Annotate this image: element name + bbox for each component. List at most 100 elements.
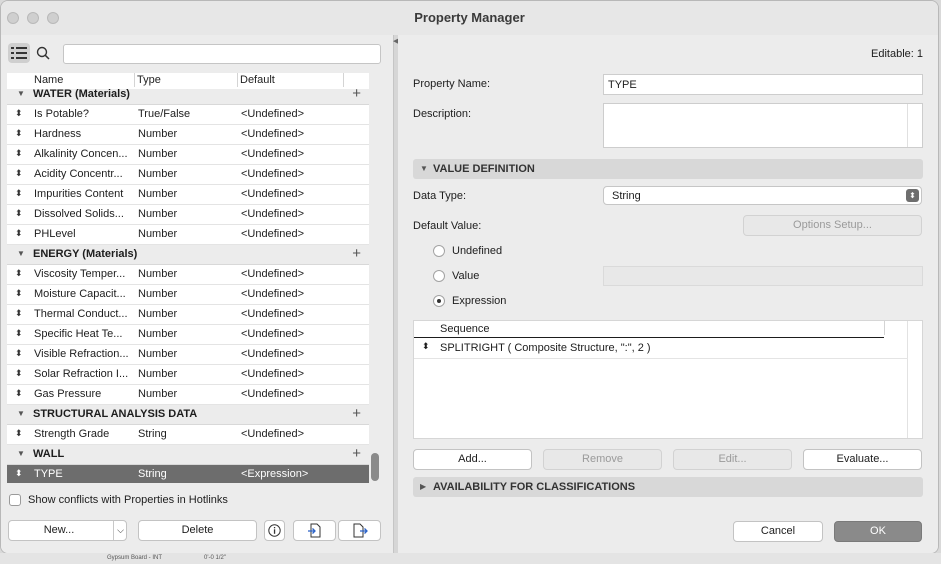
list-item[interactable]: ⬍ PHLevel Number <Undefined>	[7, 225, 369, 245]
reorder-icon[interactable]: ⬍	[15, 388, 23, 399]
list-item[interactable]: ⬍ Visible Refraction... Number <Undefined>	[7, 345, 369, 365]
list-scrollbar[interactable]	[371, 453, 379, 481]
reorder-icon[interactable]: ⬍	[422, 341, 430, 352]
disclosure-triangle-icon[interactable]: ▼	[17, 449, 25, 458]
availability-section[interactable]: ▶ AVAILABILITY FOR CLASSIFICATIONS	[413, 477, 923, 497]
disclosure-triangle-icon[interactable]: ▼	[17, 89, 25, 98]
background-text-1: Gypsum Board - INT	[107, 555, 163, 561]
evaluate-button[interactable]: Evaluate...	[803, 449, 922, 470]
show-conflicts-label: Show conflicts with Properties in Hotlin…	[28, 494, 228, 506]
reorder-icon[interactable]: ⬍	[15, 288, 23, 299]
export-button[interactable]	[338, 520, 381, 541]
description-label: Description:	[413, 108, 472, 120]
reorder-icon[interactable]: ⬍	[15, 368, 23, 379]
column-type-header[interactable]: Type	[137, 74, 161, 86]
value-definition-section[interactable]: ▼ VALUE DEFINITION	[413, 159, 923, 179]
group-wall[interactable]: ▼ WALL +	[7, 445, 369, 465]
data-type-select[interactable]: String ⬍	[603, 186, 922, 205]
disclosure-triangle-icon[interactable]: ▼	[420, 164, 428, 173]
list-item[interactable]: ⬍ Hardness Number <Undefined>	[7, 125, 369, 145]
undefined-radio[interactable]	[433, 245, 445, 257]
disclosure-triangle-icon[interactable]: ▼	[17, 409, 25, 418]
reorder-icon[interactable]: ⬍	[15, 308, 23, 319]
default-value-label: Default Value:	[413, 220, 482, 232]
list-item[interactable]: ⬍ Dissolved Solids... Number <Undefined>	[7, 205, 369, 225]
reorder-icon[interactable]: ⬍	[15, 268, 23, 279]
add-property-icon[interactable]: +	[352, 89, 361, 102]
expression-radio[interactable]	[433, 295, 445, 307]
property-list-pane: Name Type Default ▼ WATER (Materials) + …	[1, 35, 393, 553]
search-icon	[36, 46, 50, 60]
reorder-icon[interactable]: ⬍	[15, 168, 23, 179]
add-property-icon[interactable]: +	[352, 445, 361, 462]
value-field[interactable]	[603, 266, 923, 286]
column-default-header[interactable]: Default	[240, 74, 275, 86]
reorder-icon[interactable]: ⬍	[15, 148, 23, 159]
data-type-label: Data Type:	[413, 190, 466, 202]
title-bar: Property Manager	[1, 1, 938, 35]
group-energy[interactable]: ▼ ENERGY (Materials) +	[7, 245, 369, 265]
reorder-icon[interactable]: ⬍	[15, 208, 23, 219]
disclosure-triangle-icon[interactable]: ▶	[420, 482, 426, 491]
reorder-icon[interactable]: ⬍	[15, 428, 23, 439]
options-setup-button[interactable]: Options Setup...	[743, 215, 922, 236]
reorder-icon[interactable]: ⬍	[15, 108, 23, 119]
disclosure-triangle-icon[interactable]: ▼	[17, 249, 25, 258]
new-button[interactable]: New... ⌵	[8, 520, 127, 541]
list-item[interactable]: ⬍ Moisture Capacit... Number <Undefined>	[7, 285, 369, 305]
info-button[interactable]	[264, 520, 285, 541]
list-item[interactable]: ⬍ Alkalinity Concen... Number <Undefined>	[7, 145, 369, 165]
sequence-table: Sequence ⬍ SPLITRIGHT ( Composite Struct…	[413, 320, 923, 439]
reorder-icon[interactable]: ⬍	[15, 188, 23, 199]
editable-count: Editable: 1	[871, 48, 923, 60]
group-water[interactable]: ▼ WATER (Materials) +	[7, 89, 369, 105]
value-radio-label: Value	[452, 270, 480, 282]
add-property-icon[interactable]: +	[352, 245, 361, 262]
search-button[interactable]	[32, 43, 54, 63]
chevron-down-icon[interactable]: ⌵	[114, 521, 127, 540]
search-input[interactable]	[63, 44, 381, 64]
export-icon	[353, 523, 368, 538]
list-item[interactable]: ⬍ Acidity Concentr... Number <Undefined>	[7, 165, 369, 185]
list-item-selected[interactable]: ⬍ TYPE String <Expression>	[7, 465, 369, 483]
background-drawing: Gypsum Board - INT 0'-0 1/2"	[0, 553, 941, 564]
import-button[interactable]	[293, 520, 336, 541]
property-name-label: Property Name:	[413, 78, 491, 90]
reorder-icon[interactable]: ⬍	[15, 228, 23, 239]
list-item[interactable]: ⬍ Solar Refraction I... Number <Undefined>	[7, 365, 369, 385]
column-name-header[interactable]: Name	[34, 74, 63, 86]
show-conflicts-checkbox[interactable]	[9, 494, 21, 506]
property-name-field[interactable]: TYPE	[603, 74, 923, 95]
edit-button[interactable]: Edit...	[673, 449, 792, 470]
reorder-icon[interactable]: ⬍	[15, 348, 23, 359]
list-view-button[interactable]	[8, 43, 30, 63]
description-field[interactable]	[603, 103, 923, 148]
background-text-2: 0'-0 1/2"	[204, 555, 226, 561]
property-list: ▼ WATER (Materials) + ⬍ Is Potable? True/F…	[7, 89, 369, 483]
list-item[interactable]: ⬍ Gas Pressure Number <Undefined>	[7, 385, 369, 405]
list-item[interactable]: ⬍ Is Potable? True/False <Undefined>	[7, 105, 369, 125]
list-view-icon	[11, 47, 27, 59]
property-manager-window: Property Manager Name Type Default ▼ WAT…	[0, 0, 939, 554]
expression-radio-label: Expression	[452, 295, 507, 307]
sequence-header: Sequence	[414, 321, 885, 338]
add-property-icon[interactable]: +	[352, 405, 361, 422]
cancel-button[interactable]: Cancel	[733, 521, 823, 542]
window-title: Property Manager	[414, 10, 525, 25]
reorder-icon[interactable]: ⬍	[15, 468, 23, 479]
list-item[interactable]: ⬍ Thermal Conduct... Number <Undefined>	[7, 305, 369, 325]
reorder-icon[interactable]: ⬍	[15, 328, 23, 339]
remove-button[interactable]: Remove	[543, 449, 662, 470]
list-item[interactable]: ⬍ Impurities Content Number <Undefined>	[7, 185, 369, 205]
ok-button[interactable]: OK	[834, 521, 922, 542]
import-icon	[307, 523, 320, 538]
reorder-icon[interactable]: ⬍	[15, 128, 23, 139]
sequence-row[interactable]: ⬍ SPLITRIGHT ( Composite Structure, ":",…	[414, 338, 908, 359]
delete-button[interactable]: Delete	[138, 520, 257, 541]
value-radio[interactable]	[433, 270, 445, 282]
list-item[interactable]: ⬍ Strength Grade String <Undefined>	[7, 425, 369, 445]
list-item[interactable]: ⬍ Viscosity Temper... Number <Undefined>	[7, 265, 369, 285]
group-structural-analysis[interactable]: ▼ STRUCTURAL ANALYSIS DATA +	[7, 405, 369, 425]
add-button[interactable]: Add...	[413, 449, 532, 470]
list-item[interactable]: ⬍ Specific Heat Te... Number <Undefined>	[7, 325, 369, 345]
